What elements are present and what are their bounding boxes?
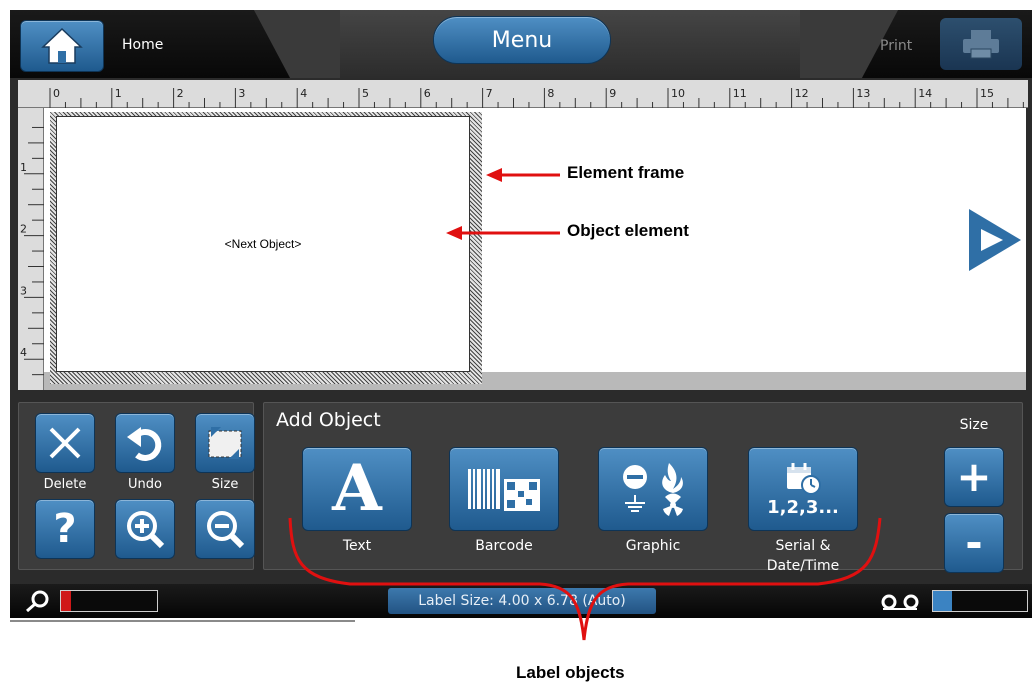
label-objects-annotation: Label objects bbox=[516, 663, 625, 682]
element-frame-annotation: Element frame bbox=[567, 163, 685, 182]
label-objects-bracket bbox=[288, 517, 882, 641]
object-element-annotation: Object element bbox=[567, 221, 689, 240]
annotation-layer bbox=[288, 168, 882, 641]
